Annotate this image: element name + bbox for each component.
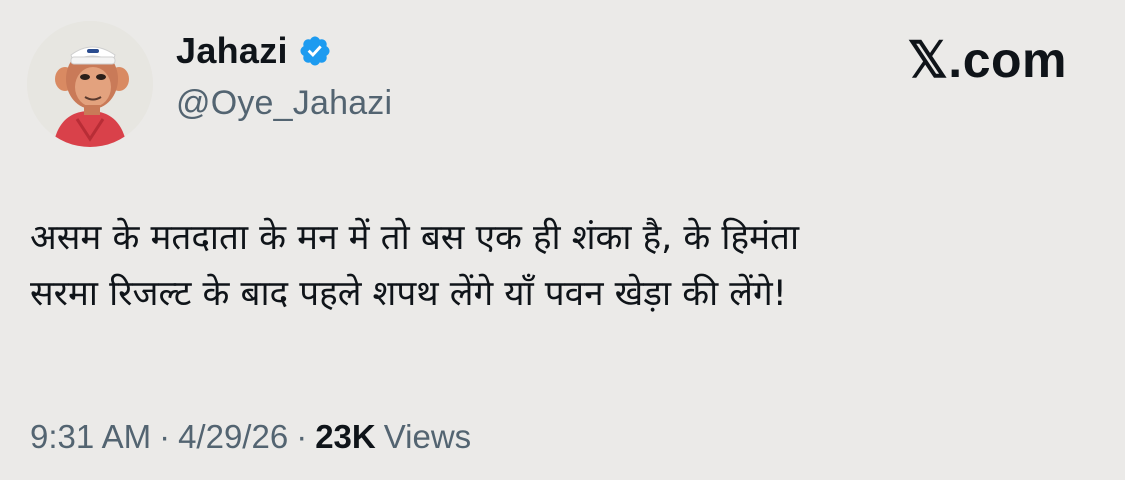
post-time[interactable]: 9:31 AM <box>30 420 151 453</box>
brand-logo: 𝕏.com <box>908 32 1067 88</box>
meta-separator: · <box>296 418 308 455</box>
meta-separator: · <box>159 418 171 455</box>
tweet-text-line: सरमा रिजल्ट के बाद पहले शपथ लेंगे याँ पव… <box>30 274 787 314</box>
tweet-text-line: असम के मतदाता के मन में तो बस एक ही शंका… <box>30 218 800 258</box>
ape-avatar-icon <box>27 21 153 147</box>
author-name-row: Jahazi <box>176 26 332 76</box>
views-count: 23K <box>315 418 376 455</box>
tweet-text: असम के मतदाता के मन में तो बस एक ही शंका… <box>30 210 1090 322</box>
verified-badge-icon <box>298 34 332 68</box>
views-label: Views <box>383 418 472 455</box>
post-date[interactable]: 4/29/26 <box>178 420 288 453</box>
post-meta: 9:31 AM · 4/29/26 · 23K Views <box>30 420 471 453</box>
display-name[interactable]: Jahazi <box>176 33 288 69</box>
avatar[interactable] <box>27 21 153 147</box>
post-card: Jahazi @Oye_Jahazi 𝕏.com असम के मतदाता क… <box>0 0 1125 480</box>
author-handle[interactable]: @Oye_Jahazi <box>176 86 392 120</box>
brand-label: 𝕏.com <box>907 32 1067 88</box>
